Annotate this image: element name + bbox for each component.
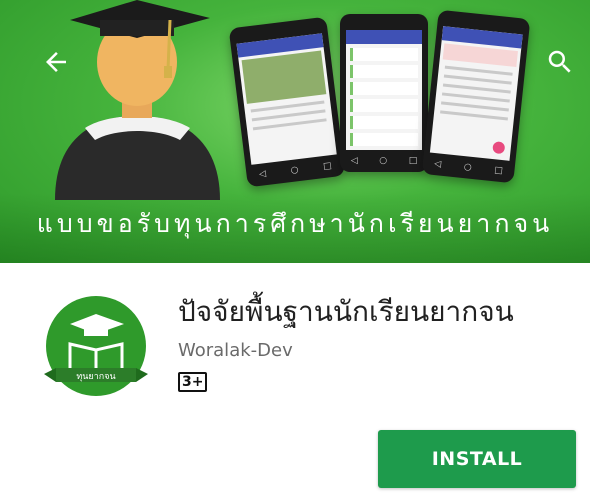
feature-graphic: ◁ ○ □ ◁ ○ □ ◁ ○ □ แบบขอรับทุนการศึกษานักเรียนย… xyxy=(0,0,590,263)
back-button[interactable] xyxy=(36,42,76,82)
graduate-illustration xyxy=(55,0,220,200)
icon-ribbon-text: ทุนยากจน xyxy=(76,372,115,382)
install-button[interactable]: INSTALL xyxy=(378,430,576,488)
search-icon xyxy=(548,50,571,73)
phone-mockup-3: ◁ ○ □ xyxy=(421,9,531,184)
content-rating-badge: 3+ xyxy=(178,372,208,392)
developer-link[interactable]: Woralak-Dev xyxy=(178,340,293,364)
app-icon[interactable]: ทุนยากจน xyxy=(40,292,152,404)
phone-mockup-1: ◁ ○ □ xyxy=(228,16,346,188)
app-title: ปัจจัยพื้นฐานนักเรียนยากจน xyxy=(178,295,514,328)
phone-mockup-2: ◁ ○ □ xyxy=(340,14,428,172)
arrow-back-icon xyxy=(46,52,66,72)
banner-title: แบบขอรับทุนการศึกษานักเรียนยากจน xyxy=(36,209,554,238)
search-button[interactable] xyxy=(540,42,580,82)
